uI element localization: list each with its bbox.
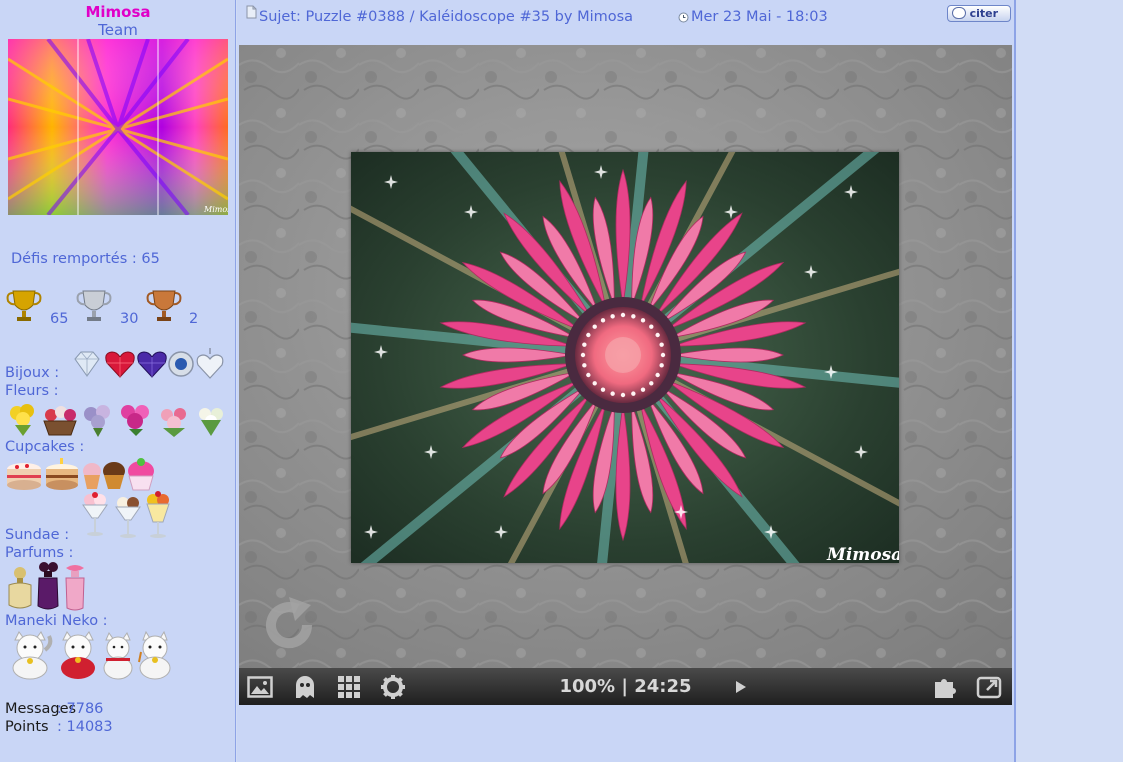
puzzle-toolbar: 100% | 24:25 bbox=[239, 668, 1012, 705]
white-bouquet-icon bbox=[199, 408, 223, 436]
maneki-neko-2-icon bbox=[61, 631, 95, 679]
puzzle-image[interactable]: Mimosa bbox=[351, 152, 899, 563]
puzzle-piece-icon[interactable] bbox=[932, 674, 958, 700]
sundae-glass-2-icon bbox=[115, 497, 141, 538]
post-container: Sujet: Puzzle #0388 / Kaléidoscope #35 b… bbox=[237, 0, 1016, 762]
points-label: Points bbox=[5, 719, 49, 735]
rotate-icon[interactable] bbox=[257, 593, 321, 657]
zoom-level: 100% bbox=[559, 676, 616, 697]
fleurs-label: Fleurs : bbox=[5, 383, 59, 399]
parfums-label: Parfums : bbox=[5, 545, 74, 561]
lilac-bouquet-icon bbox=[84, 405, 110, 437]
berry-cupcake-icon bbox=[128, 458, 154, 491]
avatar: Mimosa bbox=[8, 39, 228, 215]
pink-bouquet-icon bbox=[121, 405, 149, 436]
user-profile-panel: Mimosa Team Mimo Défis remportés: 65 65… bbox=[0, 0, 236, 762]
right-margin bbox=[1018, 0, 1123, 762]
post-icon bbox=[246, 5, 257, 19]
rose-bouquet-icon bbox=[161, 408, 186, 437]
bronze-trophy-count: 2 bbox=[189, 311, 199, 327]
gold-trophy-count: 65 bbox=[50, 311, 69, 327]
pink-perfume-icon bbox=[65, 565, 85, 611]
avatar-watermark: Mimosa bbox=[203, 205, 228, 214]
username[interactable]: Mimosa bbox=[0, 3, 236, 21]
pearl-brooch-icon bbox=[168, 351, 194, 377]
silver-trophy-count: 30 bbox=[120, 311, 139, 327]
quote-label: citer bbox=[969, 7, 998, 20]
play-icon[interactable] bbox=[735, 681, 747, 693]
display-separator: | bbox=[621, 676, 628, 697]
silver-trophy-icon bbox=[76, 290, 112, 321]
points-count: : 14083 bbox=[57, 719, 113, 735]
maneki-neko-label: Maneki Neko : bbox=[5, 613, 108, 629]
maneki-neko-1-icon bbox=[12, 631, 53, 680]
gold-perfume-icon bbox=[8, 567, 32, 609]
chocolate-cupcake-icon bbox=[103, 462, 125, 489]
purple-perfume-icon bbox=[37, 562, 59, 610]
quote-button[interactable]: citer bbox=[947, 5, 1011, 22]
jigsaw-puzzle-widget[interactable]: Mimosa 100% | 24:25 bbox=[239, 45, 1012, 705]
post-header: Sujet: Puzzle #0388 / Kaléidoscope #35 b… bbox=[237, 0, 1016, 36]
post-date: Mer 23 Mai - 18:03 bbox=[691, 9, 828, 25]
timer: 24:25 bbox=[634, 676, 692, 697]
sundae-label: Sundae : bbox=[5, 527, 70, 543]
yellow-bouquet-icon bbox=[10, 404, 34, 436]
bronze-trophy-icon bbox=[146, 290, 182, 321]
user-rank: Team bbox=[98, 21, 138, 39]
flower-basket-icon bbox=[43, 406, 77, 436]
messages-count: : 7786 bbox=[57, 701, 104, 717]
sundae-glass-3-icon bbox=[146, 491, 170, 538]
cupcakes-label: Cupcakes : bbox=[5, 439, 85, 455]
diamond-icon bbox=[74, 351, 100, 377]
puzzle-watermark: Mimosa bbox=[826, 545, 899, 563]
maneki-neko-4-icon bbox=[138, 630, 171, 680]
sundae-glass-1-icon bbox=[82, 492, 108, 536]
maneki-neko-3-icon bbox=[103, 631, 133, 680]
sapphire-heart-icon bbox=[137, 351, 167, 378]
layer-cake-icon bbox=[46, 458, 78, 490]
quote-icon bbox=[952, 7, 966, 19]
post-subject[interactable]: Sujet: Puzzle #0388 / Kaléidoscope #35 b… bbox=[259, 9, 633, 25]
strawberry-cake-icon bbox=[7, 463, 41, 490]
silver-heart-pendant-icon bbox=[196, 348, 224, 379]
bijoux-label: Bijoux : bbox=[5, 365, 60, 381]
defis-label: Défis remportés : 65 bbox=[11, 251, 160, 267]
ruby-heart-icon bbox=[105, 351, 135, 378]
pink-cupcake-icon bbox=[83, 463, 101, 489]
zoom-timer-display: 100% | 24:25 bbox=[239, 676, 1012, 697]
gold-trophy-icon bbox=[6, 290, 42, 321]
clock-icon bbox=[678, 12, 689, 23]
fullscreen-icon[interactable] bbox=[976, 674, 1002, 700]
